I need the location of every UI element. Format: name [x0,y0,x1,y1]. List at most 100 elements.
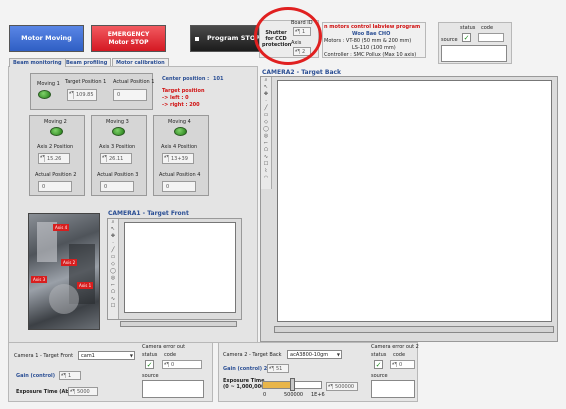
code-value [478,33,504,42]
exposure1-value: 5000 [77,388,90,395]
rotated-rect-icon: ◇ [264,119,268,125]
pointer-icon: ↖ [110,226,116,232]
gain2-value: 51 [276,365,283,372]
motor-moving-button[interactable]: Motor Moving [9,25,84,52]
spinner-icon[interactable]: ▲▼ [269,366,274,371]
camera2-scrollbar[interactable] [274,326,554,333]
exposure2-slider-thumb[interactable] [290,378,295,391]
axis3-position-input[interactable]: ▲▼ 26.11 [100,153,132,164]
spinner-icon[interactable]: ▲▼ [69,91,74,99]
spinner-icon[interactable]: ▲▼ [40,155,45,162]
spinner-icon[interactable]: ▲▼ [70,389,75,394]
annulus-tool-icon: ◎ [263,133,269,139]
camera1-status-label: status [142,352,158,358]
program-stop-label: Program STOP [207,33,261,42]
tab-beam-monitoring[interactable]: Beam monitoring [9,58,66,67]
gain2-input[interactable]: ▲▼ 51 [267,364,289,373]
target-position1-value: 109.85 [76,92,94,98]
camera1-select-label: Camera 1 - Target Front [14,353,74,359]
camera1-tool-palette[interactable]: ⌕ ↖ ✥ · ╱ ▭ ◇ ◯ ◎ ⌐ ⬠ ∿ ☐ [108,219,119,319]
moving2-led [50,127,63,136]
point-tool-icon: · [112,240,114,246]
camera2-image[interactable] [277,80,552,322]
camera1-select-value: cam1 [81,352,95,359]
rect-tool-icon: ▭ [110,254,116,260]
info-title: n motors control labview program [324,24,421,30]
camera2-title: CAMERA2 - Target Back [262,69,342,76]
actual-position3-value: 0 [104,183,108,190]
camera2-select[interactable]: acA3800-10gm [287,350,342,359]
source-label: source [441,37,458,43]
pan-icon: ✥ [263,91,269,97]
exposure2-value: 500000 [335,383,355,390]
camera1-code-label: code [164,352,177,358]
pan-icon: ✥ [110,233,116,239]
spinner-icon[interactable]: ▲▼ [164,155,169,162]
camera2-status-check-icon: ✓ [374,360,383,369]
actual-position4-value: 0 [166,183,170,190]
status-label: status [460,25,476,31]
moving1-led [38,90,51,99]
axis2-position-input[interactable]: ▲▼ 15.26 [38,153,70,164]
actual-position3-display: 0 [100,181,134,192]
source-box [441,45,507,62]
actual-position1-display: 0 [113,89,147,101]
camera1-status-check-icon: ✓ [145,360,154,369]
axis2-position-label: Axis 2 Position [37,144,74,150]
axis2-position-value: 15.26 [47,155,62,162]
motor-moving-label: Motor Moving [21,33,72,42]
camera1-code-display: ▲▼ 0 [162,360,202,369]
axis3-photo-label: Axis 3 [31,276,48,283]
camera2-status-label: status [371,352,387,358]
camera1-source-label: source [142,373,159,379]
moving3-led [112,127,125,136]
camera2-code-value: 0 [399,361,403,368]
camera2-tool-palette[interactable]: ⌕ ↖ ✥ · ╱ ▭ ◇ ◯ ◎ ⌐ ⬠ ∿ ☐ ⌇ ◠ [261,77,272,189]
slider-max-label: 1E+6 [311,392,325,398]
moving1-label: Moving 1 [37,81,60,87]
freeregion-icon: ☐ [263,161,269,167]
arc-tool-icon: ◠ [263,175,269,181]
photo-shape [49,284,79,314]
camera1-source-box [142,380,204,398]
status-check-icon: ✓ [462,33,471,42]
spinner-icon: ▲▼ [392,361,397,367]
polygon-icon: ⬠ [263,147,269,153]
info-line2: LS-110 (100 mm) [352,45,396,51]
axis4-position-value: 13+39 [171,155,188,162]
zoom-icon: ⌕ [111,219,115,225]
polyline-icon: ⌐ [263,140,269,146]
program-stop-button[interactable]: Program STOP [190,25,263,52]
axis4-photo-label: Axis 4 [53,224,70,231]
spinner-icon[interactable]: ▲▼ [328,384,333,389]
exposure1-input[interactable]: ▲▼ 5000 [68,387,98,396]
camera2-select-label: Camera 2 - Target Back [223,352,282,358]
gain1-input[interactable]: ▲▼ 1 [59,371,81,380]
exposure1-label: Exposure Time (Abs) [16,389,75,395]
camera2-source-label: source [371,373,388,379]
target-position1-input[interactable]: ▲▼ 109.85 [67,89,97,101]
slider-mid-label: 500000 [284,392,304,398]
exposure2-input[interactable]: ▲▼ 500000 [326,382,358,391]
freehand-icon: ∿ [263,154,269,160]
actual-position2-value: 0 [42,183,46,190]
camera1-scrollbar[interactable] [120,321,237,327]
camera1-error-title: Camera error out [142,344,186,350]
axis4-position-input[interactable]: ▲▼ 13+39 [162,153,194,164]
camera1-image[interactable] [124,222,236,313]
spinner-icon[interactable]: ▲▼ [61,373,66,378]
annulus-tool-icon: ◎ [110,275,116,281]
point-tool-icon: · [265,98,267,104]
camera2-select-value: acA3800-10gm [290,351,329,358]
gain1-value: 1 [68,372,72,379]
emergency-stop-button[interactable]: EMERGENCY Motor STOP [91,25,166,52]
highlight-circle [254,7,322,65]
line-tool-icon: ╱ [111,247,115,253]
camera1-select[interactable]: cam1 [78,351,135,360]
moving4-label: Moving 4 [168,119,191,125]
actual-position2-display: 0 [38,181,72,192]
code-label: code [481,25,494,31]
spinner-icon[interactable]: ▲▼ [102,155,107,162]
moving4-led [174,127,187,136]
axis2-photo-label: Axis 2 [61,259,78,266]
